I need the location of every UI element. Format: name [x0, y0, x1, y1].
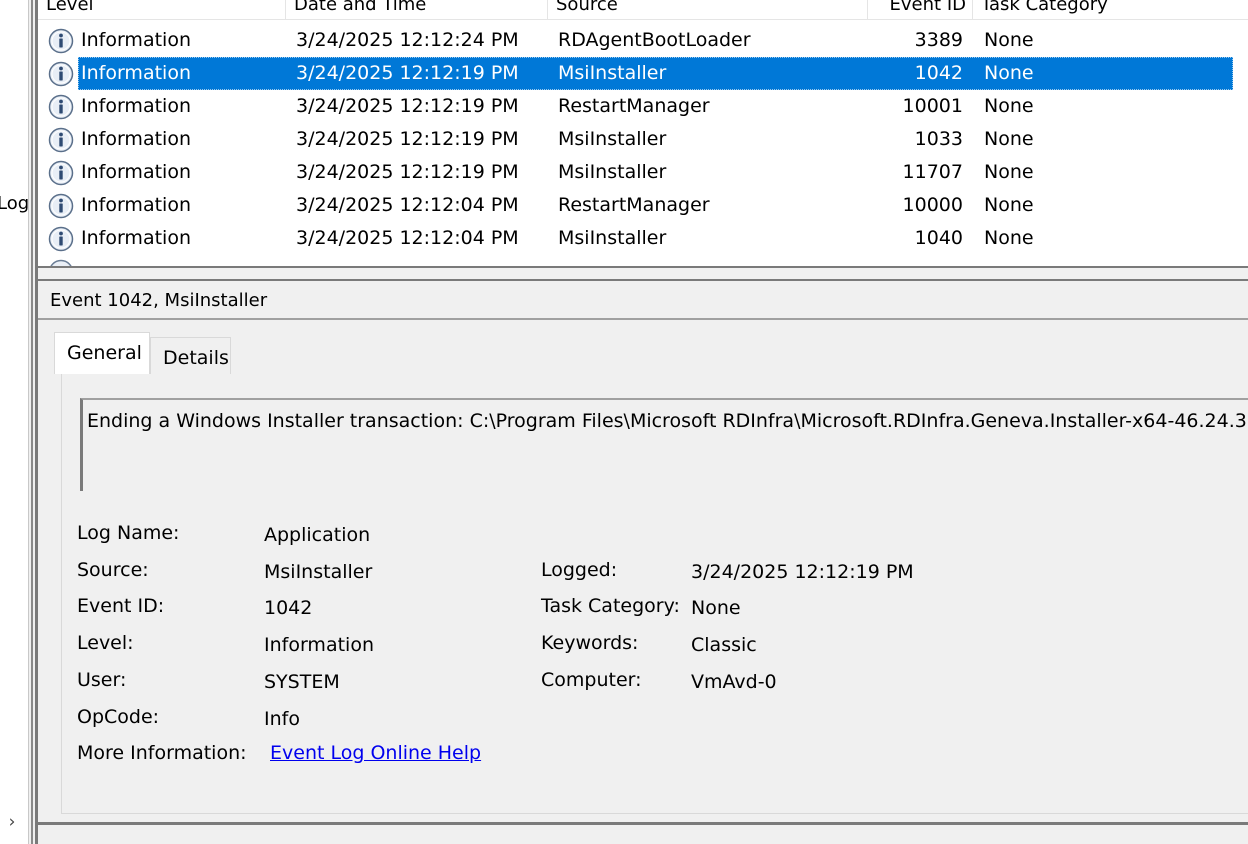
detail-pane-bottom-edge [38, 822, 1248, 844]
cell-source: RDAgentBootLoader [558, 29, 751, 51]
cell-source: MsiInstaller [558, 227, 667, 249]
cell-level: Information [81, 194, 191, 216]
scroll-right-icon[interactable]: › [2, 810, 22, 834]
cell-task-category: None [984, 128, 1034, 150]
column-header-event-id[interactable]: Event ID [868, 0, 973, 20]
table-row-selected[interactable]: Information 3/24/2025 12:12:19 PM MsiInsta… [38, 57, 1248, 90]
event-detail-title: Event 1042, MsiInstaller [38, 282, 1248, 320]
task-category-value: None [691, 597, 741, 619]
cell-date-time: 3/24/2025 12:12:19 PM [296, 161, 519, 183]
cell-level: Information [81, 62, 191, 84]
user-value: SYSTEM [264, 671, 340, 693]
logged-value: 3/24/2025 12:12:19 PM [691, 561, 914, 583]
cell-level: Information [81, 227, 191, 249]
vertical-splitter[interactable] [29, 0, 38, 844]
source-label: Source: [77, 559, 149, 581]
column-header-source[interactable]: Source [548, 0, 868, 20]
cell-event-id: 1033 [914, 128, 963, 150]
computer-value: VmAvd-0 [691, 671, 777, 693]
event-log-online-help-link[interactable]: Event Log Online Help [270, 742, 481, 764]
info-icon [48, 193, 74, 219]
cell-date-time: 3/24/2025 12:12:04 PM [296, 194, 519, 216]
info-icon [48, 94, 74, 120]
cell-event-id: 10000 [902, 194, 963, 216]
cell-task-category: None [984, 95, 1034, 117]
table-row[interactable]: Information 3/24/2025 12:12:19 PM RestartM… [38, 90, 1248, 123]
table-row[interactable]: Information 3/24/2025 12:12:04 PM MsiInsta… [38, 222, 1248, 255]
cell-event-id: 11707 [902, 161, 963, 183]
table-row[interactable]: Information 3/24/2025 12:12:24 PM RDAgentB… [38, 24, 1248, 57]
cell-task-category: None [984, 227, 1034, 249]
cell-date-time: 3/24/2025 12:12:19 PM [296, 95, 519, 117]
cell-date-time: 3/24/2025 12:12:19 PM [296, 62, 519, 84]
navigation-item-log[interactable]: Log [0, 193, 29, 214]
level-value: Information [264, 634, 374, 656]
user-label: User: [77, 669, 127, 691]
cell-source: RestartManager [558, 194, 710, 216]
cell-task-category: None [984, 194, 1034, 216]
cell-source: RestartManager [558, 95, 710, 117]
cell-date-time: 3/24/2025 12:12:24 PM [296, 29, 519, 51]
cell-event-id: 1040 [914, 227, 963, 249]
table-row[interactable]: Information 3/24/2025 12:12:19 PM MsiInsta… [38, 156, 1248, 189]
cell-date-time: 3/24/2025 12:12:19 PM [296, 128, 519, 150]
keywords-value: Classic [691, 634, 757, 656]
task-category-label: Task Category: [541, 595, 680, 617]
tab-general[interactable]: General [54, 332, 150, 374]
keywords-label: Keywords: [541, 632, 639, 654]
cell-level: Information [81, 128, 191, 150]
event-id-value: 1042 [264, 597, 313, 619]
cell-date-time: 3/24/2025 12:12:04 PM [296, 227, 519, 249]
cell-event-id: 3389 [914, 29, 963, 51]
level-label: Level: [77, 632, 134, 654]
event-message-textbox[interactable]: Ending a Windows Installer transaction: … [80, 398, 1248, 491]
column-header-level[interactable]: Level [38, 0, 286, 20]
cell-source: MsiInstaller [558, 128, 667, 150]
table-row-partial[interactable] [38, 255, 1248, 266]
log-name-value: Application [264, 524, 371, 546]
event-list[interactable]: Level Date and Time Source Event ID Task… [38, 0, 1248, 266]
info-icon [48, 226, 74, 252]
opcode-label: OpCode: [77, 706, 160, 728]
table-row[interactable]: Information 3/24/2025 12:12:04 PM RestartM… [38, 189, 1248, 222]
info-icon [48, 127, 74, 153]
column-header-date[interactable]: Date and Time [286, 0, 548, 20]
cell-event-id: 1042 [914, 62, 963, 84]
cell-event-id: 10001 [902, 95, 963, 117]
cell-task-category: None [984, 62, 1034, 84]
info-icon [48, 160, 74, 186]
cell-task-category: None [984, 161, 1034, 183]
navigation-pane: Log › [0, 0, 29, 844]
info-icon [48, 28, 74, 54]
event-id-label: Event ID: [77, 595, 165, 617]
horizontal-splitter[interactable] [38, 266, 1248, 281]
table-row[interactable]: Information 3/24/2025 12:12:19 PM MsiInsta… [38, 123, 1248, 156]
info-icon [48, 61, 74, 87]
more-information-label: More Information: [77, 742, 247, 764]
cell-source: MsiInstaller [558, 161, 667, 183]
opcode-value: Info [264, 708, 300, 730]
log-name-label: Log Name: [77, 522, 180, 544]
column-header-task-category[interactable]: Task Category [973, 0, 1248, 20]
info-icon [50, 259, 72, 266]
cell-level: Information [81, 161, 191, 183]
cell-source: MsiInstaller [558, 62, 667, 84]
cell-level: Information [81, 95, 191, 117]
logged-label: Logged: [541, 559, 618, 581]
cell-level: Information [81, 29, 191, 51]
computer-label: Computer: [541, 669, 642, 691]
source-value: MsiInstaller [264, 561, 373, 583]
event-viewer-window: Log › Level Date and Time Source Event I… [0, 0, 1248, 844]
tab-details[interactable]: Details [150, 337, 231, 374]
cell-task-category: None [984, 29, 1034, 51]
event-list-header: Level Date and Time Source Event ID Task… [38, 0, 1248, 20]
